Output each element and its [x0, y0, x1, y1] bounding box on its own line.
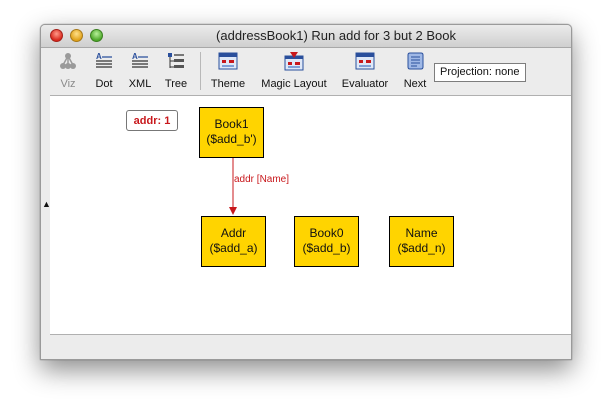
toolbar: Viz A Dot A XML Tree Theme Magic Layout … — [41, 48, 571, 95]
graph-edges — [229, 158, 237, 215]
projection-button[interactable]: Projection: none — [434, 63, 526, 82]
title-bar[interactable]: (addressBook1) Run add for 3 but 2 Book — [41, 25, 571, 48]
scroll-icon — [407, 52, 424, 70]
toolbar-separator — [200, 52, 201, 90]
viz-label: Viz — [60, 78, 76, 90]
zoom-window-button[interactable] — [90, 29, 103, 42]
theme-window-icon — [218, 52, 238, 70]
viz-button[interactable]: Viz — [53, 48, 83, 94]
node-book1[interactable]: Book1 ($add_b') — [199, 107, 264, 158]
text-document-icon: A — [96, 52, 112, 68]
close-window-button[interactable] — [50, 29, 63, 42]
node-title: Book0 — [309, 226, 344, 240]
node-title: Addr — [220, 226, 247, 240]
dot-button[interactable]: A Dot — [89, 48, 119, 94]
screenshot: (addressBook1) Run add for 3 but 2 Book … — [0, 0, 610, 413]
graph-canvas[interactable]: addr: 1 Book1 ($add_b') Addr ($add_a) Bo… — [50, 95, 571, 335]
edge-label: addr [Name] — [234, 174, 290, 185]
evaluator-label: Evaluator — [341, 78, 389, 90]
tree-label: Tree — [164, 78, 188, 90]
evaluator-window-icon — [355, 52, 375, 70]
theme-button[interactable]: Theme — [207, 48, 249, 94]
tree-list-icon — [168, 53, 184, 68]
node-subtitle: ($add_n) — [397, 241, 446, 255]
next-button[interactable]: Next — [399, 48, 431, 94]
node-title: Book1 — [214, 117, 249, 131]
addr-count-badge: addr: 1 — [126, 110, 178, 131]
window-title: (addressBook1) Run add for 3 but 2 Book — [216, 28, 456, 43]
next-label: Next — [403, 78, 427, 90]
graph-tree-icon — [60, 53, 76, 69]
theme-label: Theme — [210, 78, 246, 90]
tree-button[interactable]: Tree — [161, 48, 191, 94]
text-document-icon: A — [132, 52, 148, 68]
node-subtitle: ($add_b) — [302, 241, 351, 255]
node-name[interactable]: Name ($add_n) — [389, 216, 454, 267]
minimize-window-button[interactable] — [70, 29, 83, 42]
node-book0[interactable]: Book0 ($add_b) — [294, 216, 359, 267]
xml-label: XML — [128, 78, 152, 90]
dot-label: Dot — [95, 78, 113, 90]
node-subtitle: ($add_a) — [209, 241, 258, 255]
evaluator-button[interactable]: Evaluator — [337, 48, 393, 94]
edge-arrowhead — [229, 207, 237, 215]
magic-layout-button[interactable]: Magic Layout — [257, 48, 331, 94]
node-addr[interactable]: Addr ($add_a) — [201, 216, 266, 267]
svg-text:A: A — [96, 52, 102, 61]
magic-layout-icon — [284, 52, 304, 71]
node-title: Name — [405, 226, 438, 240]
svg-text:A: A — [132, 52, 138, 61]
node-subtitle: ($add_b') — [206, 132, 257, 146]
magic-layout-label: Magic Layout — [261, 78, 327, 90]
app-window: (addressBook1) Run add for 3 but 2 Book … — [40, 24, 572, 360]
xml-button[interactable]: A XML — [125, 48, 155, 94]
